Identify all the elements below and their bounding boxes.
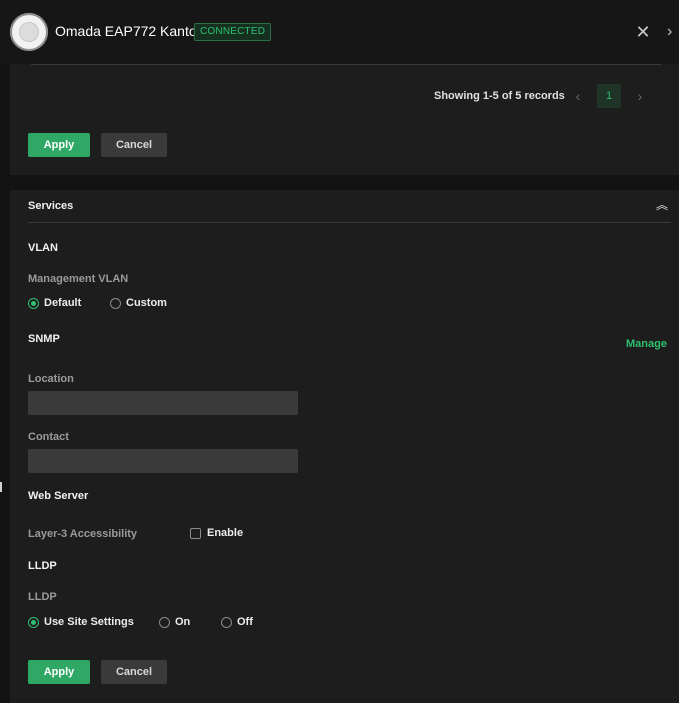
radio-label: Custom bbox=[126, 297, 167, 309]
close-icon[interactable]: ✕ bbox=[634, 23, 652, 41]
radio-unchecked-icon bbox=[110, 297, 121, 309]
table-divider bbox=[31, 64, 661, 65]
radio-lldp-on[interactable]: On bbox=[159, 615, 190, 629]
radio-unchecked-icon bbox=[221, 616, 232, 628]
radio-checked-icon bbox=[28, 616, 39, 628]
management-vlan-label: Management VLAN bbox=[28, 273, 129, 285]
device-title: Omada EAP772 Kantoor bbox=[55, 23, 210, 39]
drawer-header: Omada EAP772 Kantoor CONNECTED ✕ › bbox=[0, 0, 679, 64]
radio-lldp-off[interactable]: Off bbox=[221, 615, 253, 629]
radio-vlan-custom[interactable]: Custom bbox=[110, 296, 167, 310]
services-cancel-button[interactable]: Cancel bbox=[101, 660, 167, 684]
checkbox-unchecked-icon bbox=[190, 527, 201, 539]
radio-label: Use Site Settings bbox=[44, 616, 134, 628]
apply-button[interactable]: Apply bbox=[28, 133, 90, 157]
chevron-right-icon[interactable]: › bbox=[633, 88, 647, 104]
services-title: Services bbox=[28, 200, 74, 212]
status-badge: CONNECTED bbox=[194, 23, 272, 41]
radio-checked-icon bbox=[28, 297, 39, 309]
vlan-heading: VLAN bbox=[28, 242, 58, 254]
radio-label: Default bbox=[44, 297, 82, 309]
access-point-icon bbox=[10, 13, 48, 51]
contact-label: Contact bbox=[28, 431, 69, 443]
cancel-button[interactable]: Cancel bbox=[101, 133, 167, 157]
chevron-right-icon[interactable]: › bbox=[667, 23, 679, 41]
web-server-heading: Web Server bbox=[28, 490, 89, 502]
layer3-accessibility-label: Layer-3 Accessibility bbox=[28, 528, 138, 540]
services-card: Services ︽ VLAN Management VLAN Default … bbox=[10, 190, 679, 703]
snmp-heading: SNMP bbox=[28, 333, 60, 345]
checkbox-label: Enable bbox=[207, 527, 244, 539]
radio-label: On bbox=[175, 616, 191, 628]
radio-label: Off bbox=[237, 616, 253, 628]
pagination-page-1[interactable]: 1 bbox=[597, 84, 621, 108]
radio-vlan-default[interactable]: Default bbox=[28, 296, 81, 310]
chevron-left-icon[interactable]: ‹ bbox=[571, 88, 585, 104]
contact-input[interactable] bbox=[28, 449, 298, 473]
services-apply-button[interactable]: Apply bbox=[28, 660, 90, 684]
double-chevron-up-icon[interactable]: ︽ bbox=[655, 198, 669, 212]
location-input[interactable] bbox=[28, 391, 298, 415]
location-label: Location bbox=[28, 373, 74, 385]
records-count: Showing 1-5 of 5 records bbox=[434, 90, 565, 102]
layer3-enable-checkbox[interactable]: Enable bbox=[190, 526, 243, 540]
avatar-inner bbox=[20, 23, 38, 41]
radio-unchecked-icon bbox=[159, 616, 170, 628]
edge-marker bbox=[0, 482, 2, 492]
radio-lldp-site-settings[interactable]: Use Site Settings bbox=[28, 615, 134, 629]
lldp-label: LLDP bbox=[28, 591, 57, 603]
lldp-heading: LLDP bbox=[28, 560, 57, 572]
previous-section-card: Showing 1-5 of 5 records ‹ 1 › Apply Can… bbox=[10, 64, 679, 175]
services-divider bbox=[28, 222, 671, 223]
snmp-manage-link[interactable]: Manage bbox=[626, 338, 667, 350]
